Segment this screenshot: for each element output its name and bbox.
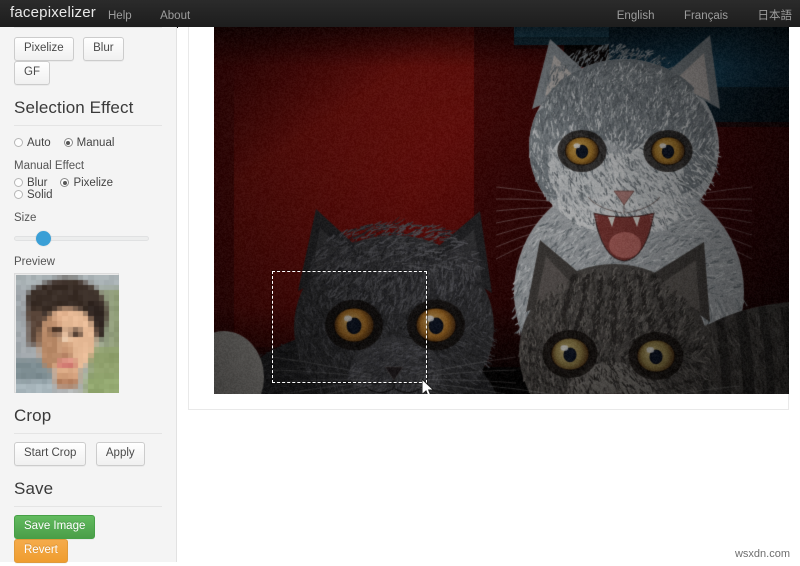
size-slider[interactable] xyxy=(14,231,149,246)
sidebar: Pixelize Blur GF Selection Effect Auto M… xyxy=(0,27,177,563)
brand-logo[interactable]: facepixelizer xyxy=(10,4,96,21)
start-crop-button[interactable]: Start Crop xyxy=(14,442,87,466)
crop-heading: Crop xyxy=(14,406,162,434)
nav-links-right: English Français 日本語 xyxy=(592,6,792,24)
save-image-button[interactable]: Save Image xyxy=(14,515,96,539)
nav-help-link[interactable]: Help xyxy=(108,10,132,22)
manual-effect-radio-group: Blur Pixelize Solid xyxy=(14,177,162,201)
preview-label: Preview xyxy=(14,256,55,268)
selection-effect-heading: Selection Effect xyxy=(14,98,162,126)
radio-blur-label: Blur xyxy=(27,177,48,189)
gf-button[interactable]: GF xyxy=(14,61,50,85)
nav-links-left: Help About xyxy=(108,6,214,24)
apply-crop-button[interactable]: Apply xyxy=(95,442,145,466)
selection-mode-radio-group: Auto Manual xyxy=(14,137,162,149)
radio-blur[interactable]: Blur xyxy=(14,177,47,189)
save-heading: Save xyxy=(14,479,162,507)
effect-button-row: Pixelize Blur GF xyxy=(14,28,162,85)
selection-marquee[interactable] xyxy=(272,271,427,383)
nav-lang-english[interactable]: English xyxy=(617,10,655,22)
radio-solid-label: Solid xyxy=(27,189,53,201)
radio-pixelize[interactable]: Pixelize xyxy=(60,177,113,189)
mouse-cursor-icon xyxy=(422,379,435,394)
radio-auto-icon xyxy=(14,138,23,147)
nav-lang-francais[interactable]: Français xyxy=(684,10,728,22)
radio-manual[interactable]: Manual xyxy=(63,137,115,149)
preview-canvas xyxy=(16,275,119,393)
radio-auto-label: Auto xyxy=(27,137,51,149)
size-slider-track[interactable] xyxy=(14,236,149,241)
manual-effect-label: Manual Effect xyxy=(14,160,85,172)
nav-lang-japanese[interactable]: 日本語 xyxy=(758,7,793,23)
radio-manual-label: Manual xyxy=(76,137,115,149)
radio-auto[interactable]: Auto xyxy=(14,137,51,149)
blur-button[interactable]: Blur xyxy=(83,37,124,61)
top-navbar: facepixelizer Help About English Françai… xyxy=(0,0,800,28)
app-root: facepixelizer Help About English Françai… xyxy=(0,0,800,566)
save-button-row: Save Image Revert xyxy=(14,507,162,563)
radio-blur-icon xyxy=(14,178,23,187)
size-slider-handle[interactable] xyxy=(35,231,51,246)
radio-pixelize-label: Pixelize xyxy=(73,177,114,189)
crop-button-row: Start Crop Apply xyxy=(14,434,162,466)
radio-pixelize-icon xyxy=(60,178,70,187)
revert-button[interactable]: Revert xyxy=(14,539,68,563)
pixelize-button[interactable]: Pixelize xyxy=(14,37,74,61)
radio-solid[interactable]: Solid xyxy=(14,189,53,201)
radio-manual-icon xyxy=(63,138,73,147)
watermark-text: wsxdn.com xyxy=(734,548,790,560)
image-panel xyxy=(188,27,789,410)
photo-viewport[interactable] xyxy=(214,27,789,394)
main-content: wsxdn.com xyxy=(178,27,800,566)
radio-solid-icon xyxy=(14,190,23,199)
nav-about-link[interactable]: About xyxy=(160,10,190,22)
preview-thumbnail xyxy=(14,273,119,393)
size-label: Size xyxy=(14,212,37,224)
